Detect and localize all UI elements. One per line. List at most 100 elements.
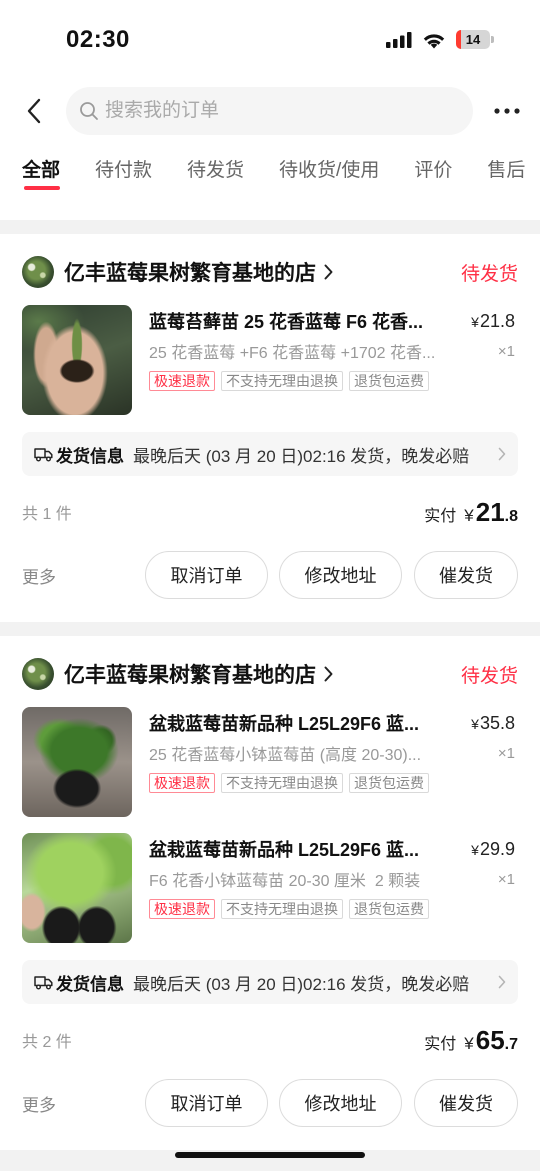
- wifi-icon: [422, 31, 446, 49]
- tag-no-free-return: 不支持无理由退换: [221, 371, 343, 391]
- tag-fast-refund: 极速退款: [149, 371, 215, 391]
- status-time: 02:30: [66, 26, 130, 53]
- price-amount: 35.8: [479, 712, 515, 733]
- truck-icon: [34, 975, 53, 990]
- chevron-right-icon[interactable]: [324, 264, 333, 280]
- battery-percentage: 14: [465, 32, 481, 47]
- shipping-info[interactable]: 发货信息 最晚后天 (03 月 20 日)02:16 发货，晚发必赔: [22, 432, 518, 476]
- total-integer: 65: [475, 1024, 505, 1055]
- cancel-order-button[interactable]: 取消订单: [145, 1079, 268, 1127]
- order-status: 待发货: [460, 263, 518, 285]
- total-decimal: .8: [504, 507, 518, 525]
- price-amount: 29.9: [479, 838, 515, 859]
- shop-name[interactable]: 亿丰蓝莓果树繁育基地的店: [64, 659, 316, 689]
- order-total: 实付 ¥ 65 .7: [424, 1025, 518, 1056]
- tab-all[interactable]: 全部: [22, 152, 61, 192]
- product-spec-row: 25 花香蓝莓小钵蓝莓苗 (高度 20-30)... ×1: [149, 741, 518, 765]
- price-amount: 21.8: [479, 310, 515, 331]
- home-indicator[interactable]: [175, 1152, 365, 1158]
- product-image[interactable]: [22, 833, 132, 943]
- item-count: 共 1 件: [22, 506, 72, 523]
- product-tags: 极速退款 不支持无理由退换 退货包运费: [149, 899, 518, 919]
- product-spec: 25 花香蓝莓小钵蓝莓苗 (高度 20-30)...: [149, 747, 422, 764]
- tag-return-shipping-covered: 退货包运费: [349, 371, 429, 391]
- total-label: 实付: [424, 1035, 457, 1053]
- more-actions-button[interactable]: 更多: [22, 1091, 134, 1116]
- order-total-row: 共 1 件 实付 ¥ 21 .8: [22, 496, 518, 528]
- shop-avatar[interactable]: [22, 256, 54, 288]
- more-dots-icon: [490, 107, 524, 115]
- item-count: 共 2 件: [22, 1034, 72, 1051]
- tag-fast-refund: 极速退款: [149, 773, 215, 793]
- search-input[interactable]: [105, 91, 459, 131]
- shop-name[interactable]: 亿丰蓝莓果树繁育基地的店: [64, 257, 316, 287]
- order-actions: 更多 取消订单 修改地址 催发货: [22, 551, 518, 599]
- tag-return-shipping-covered: 退货包运费: [349, 899, 429, 919]
- tab-after-sales[interactable]: 售后: [487, 152, 525, 192]
- product-quantity: ×1: [497, 870, 515, 888]
- tab-label: 待收货/使用: [279, 160, 380, 181]
- tag-no-free-return: 不支持无理由退换: [221, 773, 343, 793]
- product-spec: 25 花香蓝莓 +F6 花香蓝莓 +1702 花香...: [149, 345, 436, 362]
- shipping-label: 发货信息: [56, 446, 124, 466]
- product-info: 盆栽蓝莓苗新品种 L25L29F6 蓝... ¥29.9 F6 花香小钵蓝莓苗 …: [149, 833, 518, 943]
- shipping-info[interactable]: 发货信息 最晚后天 (03 月 20 日)02:16 发货，晚发必赔: [22, 960, 518, 1004]
- tab-pending-shipment[interactable]: 待发货: [187, 152, 244, 192]
- tab-label: 待付款: [95, 160, 153, 181]
- order-tabs: 全部 待付款 待发货 待收货/使用 评价 售后: [0, 152, 540, 192]
- total-decimal: .7: [504, 1035, 518, 1053]
- tab-pending-payment[interactable]: 待付款: [95, 152, 152, 192]
- order-status: 待发货: [460, 665, 518, 687]
- back-button[interactable]: [22, 96, 46, 126]
- order-actions: 更多 取消订单 修改地址 催发货: [22, 1079, 518, 1127]
- product-title-row: 盆栽蓝莓苗新品种 L25L29F6 蓝... ¥35.8: [149, 707, 518, 739]
- product-tags: 极速退款 不支持无理由退换 退货包运费: [149, 371, 518, 391]
- change-address-button[interactable]: 修改地址: [279, 1079, 402, 1127]
- shop-header: 亿丰蓝莓果树繁育基地的店 待发货: [22, 256, 518, 288]
- urge-shipping-button[interactable]: 催发货: [414, 1079, 518, 1127]
- product-spec-row: F6 花香小钵蓝莓苗 20-30 厘米 2 颗装 ×1: [149, 867, 518, 891]
- more-options-button[interactable]: [490, 102, 524, 120]
- total-currency: ¥: [464, 505, 474, 525]
- product-row[interactable]: 蓝莓苔藓苗 25 花香蓝莓 F6 花香... ¥21.8 25 花香蓝莓 +F6…: [22, 305, 518, 415]
- urge-shipping-button[interactable]: 催发货: [414, 551, 518, 599]
- tab-pending-receipt[interactable]: 待收货/使用: [279, 152, 379, 192]
- chevron-right-icon[interactable]: [498, 975, 506, 989]
- tab-reviews[interactable]: 评价: [414, 152, 452, 192]
- total-label: 实付: [424, 507, 457, 525]
- tag-no-free-return: 不支持无理由退换: [221, 899, 343, 919]
- header: [0, 80, 540, 142]
- total-integer: 21: [475, 496, 505, 527]
- tab-label: 全部: [22, 160, 61, 181]
- tag-fast-refund: 极速退款: [149, 899, 215, 919]
- price-currency: ¥: [471, 841, 479, 858]
- tag-return-shipping-covered: 退货包运费: [349, 773, 429, 793]
- product-image[interactable]: [22, 305, 132, 415]
- more-actions-button[interactable]: 更多: [22, 563, 134, 588]
- cancel-order-button[interactable]: 取消订单: [145, 551, 268, 599]
- shop-avatar[interactable]: [22, 658, 54, 690]
- order-list: 亿丰蓝莓果树繁育基地的店 待发货 蓝莓苔藓苗 25 花香蓝莓 F6 花香... …: [0, 220, 540, 1171]
- product-price: ¥21.8: [471, 311, 518, 332]
- shipping-label: 发货信息: [56, 974, 124, 994]
- product-row[interactable]: 盆栽蓝莓苗新品种 L25L29F6 蓝... ¥29.9 F6 花香小钵蓝莓苗 …: [22, 833, 518, 943]
- search-icon: [79, 101, 99, 121]
- active-tab-indicator: [24, 186, 61, 190]
- order-card: 亿丰蓝莓果树繁育基地的店 待发货 蓝莓苔藓苗 25 花香蓝莓 F6 花香... …: [0, 234, 540, 622]
- change-address-button[interactable]: 修改地址: [279, 551, 402, 599]
- search-bar[interactable]: [66, 87, 473, 135]
- product-title[interactable]: 盆栽蓝莓苗新品种 L25L29F6 蓝...: [149, 710, 459, 736]
- product-title-row: 蓝莓苔藓苗 25 花香蓝莓 F6 花香... ¥21.8: [149, 305, 518, 337]
- product-image[interactable]: [22, 707, 132, 817]
- chevron-right-icon[interactable]: [498, 447, 506, 461]
- product-title[interactable]: 蓝莓苔藓苗 25 花香蓝莓 F6 花香...: [149, 308, 459, 334]
- chevron-right-icon[interactable]: [324, 666, 333, 682]
- product-info: 盆栽蓝莓苗新品种 L25L29F6 蓝... ¥35.8 25 花香蓝莓小钵蓝莓…: [149, 707, 518, 817]
- cellular-signal-icon: [386, 32, 412, 48]
- order-card: 亿丰蓝莓果树繁育基地的店 待发货 盆栽蓝莓苗新品种 L25L29F6 蓝... …: [0, 636, 540, 1150]
- product-title[interactable]: 盆栽蓝莓苗新品种 L25L29F6 蓝...: [149, 836, 459, 862]
- product-spec: F6 花香小钵蓝莓苗 20-30 厘米 2 颗装: [149, 873, 421, 890]
- product-title-row: 盆栽蓝莓苗新品种 L25L29F6 蓝... ¥29.9: [149, 833, 518, 865]
- product-row[interactable]: 盆栽蓝莓苗新品种 L25L29F6 蓝... ¥35.8 25 花香蓝莓小钵蓝莓…: [22, 707, 518, 817]
- tab-label: 评价: [414, 160, 453, 181]
